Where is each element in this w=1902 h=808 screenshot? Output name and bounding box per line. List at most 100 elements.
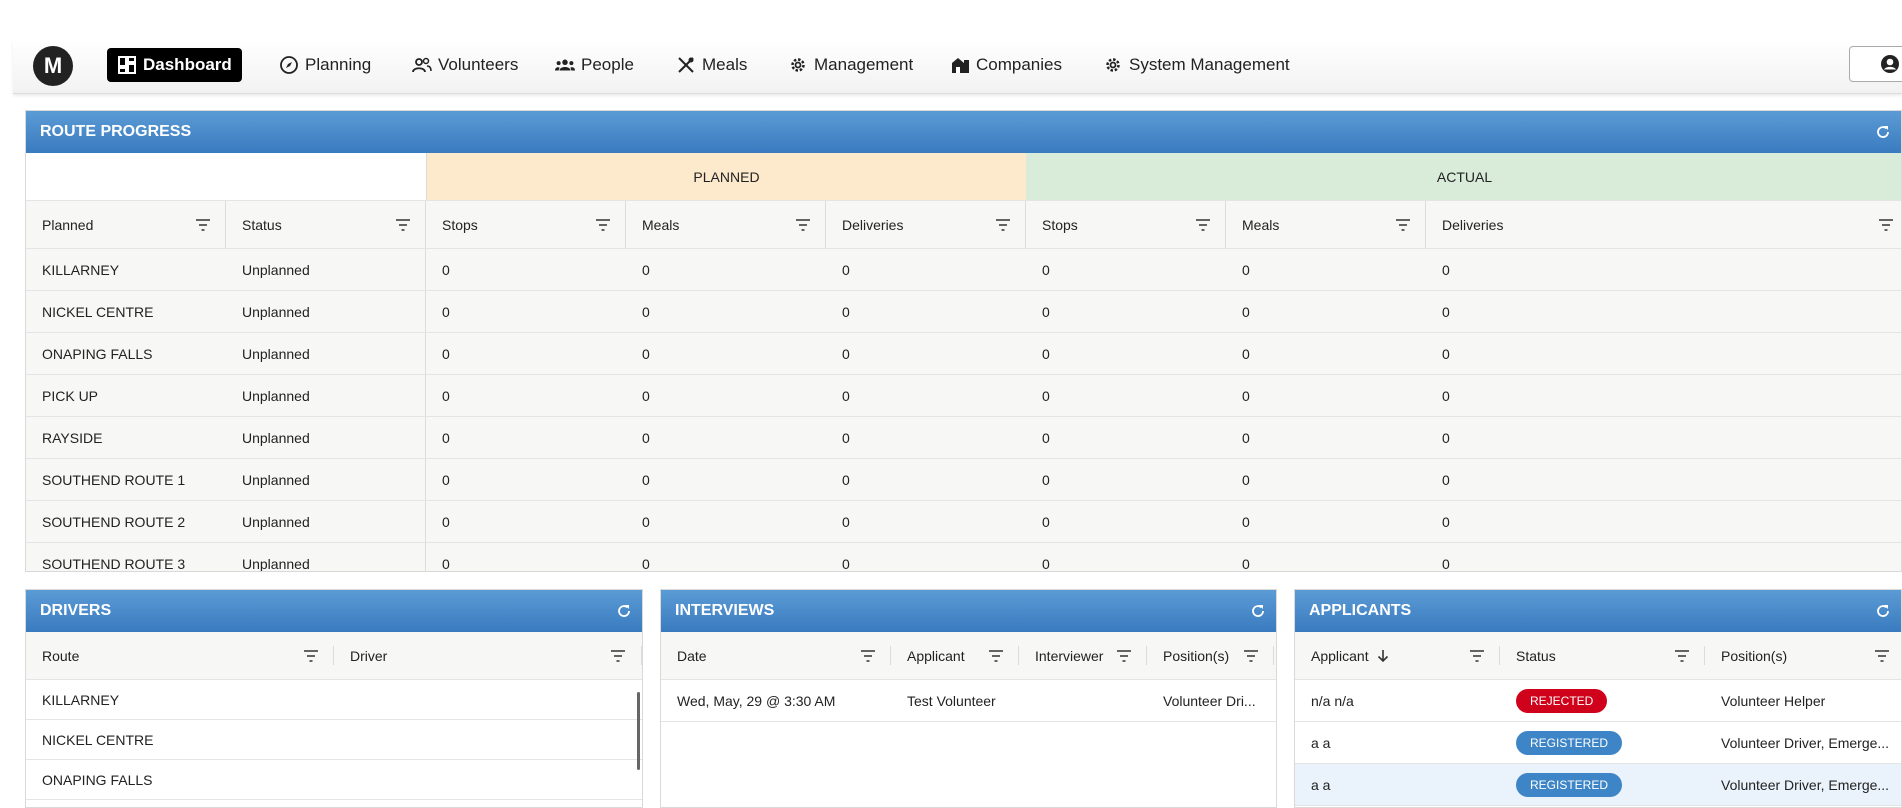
filter-icon[interactable]	[796, 219, 810, 231]
table-cell: 0	[842, 555, 850, 572]
table-cell: 0	[1242, 429, 1250, 446]
table-cell: 0	[642, 513, 650, 530]
table-cell: 0	[442, 513, 450, 530]
table-row[interactable]: ONAPING FALLS Unplanned 0 0 0 0 0 0	[26, 333, 1901, 375]
table-cell: 0	[1042, 513, 1050, 530]
table-row[interactable]: RAYSIDE Unplanned 0 0 0 0 0 0	[26, 417, 1901, 459]
filter-icon[interactable]	[1196, 219, 1210, 231]
table-cell	[1019, 680, 1147, 721]
drivers-scrollbar[interactable]	[637, 692, 640, 770]
refresh-icon[interactable]	[1250, 603, 1266, 619]
col-actual-deliveries-header[interactable]: Deliveries	[1426, 201, 1901, 248]
table-row[interactable]: ONAPING FALLS	[26, 760, 642, 800]
nav-people[interactable]: People	[545, 48, 644, 82]
interviews-panel: INTERVIEWS Date Applicant Interviewer Po…	[660, 589, 1277, 808]
table-row[interactable]: SOUTHEND ROUTE 1 Unplanned 0 0 0 0 0 0	[26, 459, 1901, 501]
filter-icon[interactable]	[1879, 219, 1893, 231]
filter-icon[interactable]	[1244, 650, 1258, 662]
table-cell: Unplanned	[242, 471, 310, 488]
filter-icon[interactable]	[304, 650, 318, 662]
table-cell: RAYSIDE	[42, 429, 103, 446]
interviews-title: INTERVIEWS	[675, 602, 775, 619]
table-cell: 0	[1042, 471, 1050, 488]
route-progress-header: ROUTE PROGRESS	[26, 111, 1901, 153]
table-cell: 0	[1442, 555, 1450, 572]
refresh-icon[interactable]	[1875, 124, 1891, 140]
table-row[interactable]: KILLARNEY	[26, 680, 642, 720]
table-row[interactable]: KILLARNEY Unplanned 0 0 0 0 0 0	[26, 249, 1901, 291]
filter-icon[interactable]	[396, 219, 410, 231]
filter-icon[interactable]	[1470, 650, 1484, 662]
nav-dashboard[interactable]: Dashboard	[107, 48, 242, 82]
gear-icon	[791, 58, 805, 72]
filter-icon[interactable]	[1675, 650, 1689, 662]
table-cell: 0	[1442, 261, 1450, 278]
nav-people-label: People	[581, 55, 634, 74]
nav-system-management[interactable]: System Management	[1093, 48, 1300, 82]
col-date-header[interactable]: Date	[661, 632, 891, 679]
interviews-body: Wed, May, 29 @ 3:30 AM Test Volunteer Volu…	[661, 680, 1276, 807]
route-group-header-row: PLANNED ACTUAL	[26, 153, 1901, 201]
arrow-down-icon[interactable]	[1377, 649, 1389, 663]
table-cell: 0	[1042, 429, 1050, 446]
drivers-header: DRIVERS	[26, 590, 642, 632]
applicants-body: n/a n/a REJECTED Volunteer Helper a a REGIST…	[1295, 680, 1901, 807]
table-cell: 0	[1442, 471, 1450, 488]
col-positions-header[interactable]: Position(s)	[1705, 632, 1901, 679]
table-row[interactable]: a a REGISTERED Volunteer Driver, Emerge...	[1295, 722, 1901, 764]
nav-management[interactable]: Management	[778, 48, 923, 82]
account-button[interactable]	[1849, 46, 1902, 82]
table-row[interactable]: n/a n/a REJECTED Volunteer Helper	[1295, 680, 1901, 722]
account-circle-icon	[1881, 55, 1899, 73]
table-cell: 0	[1242, 471, 1250, 488]
table-cell: 0	[442, 345, 450, 362]
filter-icon[interactable]	[989, 650, 1003, 662]
col-driver-header[interactable]: Driver	[334, 632, 642, 679]
column-divider	[425, 417, 426, 458]
table-row[interactable]: NICKEL CENTRE Unplanned 0 0 0 0 0 0	[26, 291, 1901, 333]
refresh-icon[interactable]	[616, 603, 632, 619]
status-badge: REGISTERED	[1516, 772, 1623, 797]
filter-icon[interactable]	[596, 219, 610, 231]
status-badge: REJECTED	[1516, 688, 1608, 713]
applicant-cell: a a	[1311, 734, 1331, 751]
filter-icon[interactable]	[861, 650, 875, 662]
app-logo[interactable]: M	[33, 46, 73, 86]
table-row[interactable]: SOUTHEND ROUTE 3 Unplanned 0 0 0 0 0 0	[26, 543, 1901, 572]
column-divider	[425, 501, 426, 542]
table-cell: 0	[1442, 345, 1450, 362]
route-cell: KILLARNEY	[42, 691, 120, 708]
nav-planning[interactable]: Planning	[269, 48, 381, 82]
nav-volunteers[interactable]: Volunteers	[402, 48, 528, 82]
positions-cell: Volunteer Driver, Emerge...	[1721, 776, 1890, 793]
nav-companies-label: Companies	[976, 55, 1062, 74]
table-cell: 0	[1042, 261, 1050, 278]
table-cell: 0	[442, 303, 450, 320]
planned-group-header: PLANNED	[426, 153, 1026, 200]
table-cell: 0	[1042, 387, 1050, 404]
table-row[interactable]: SOUTHEND ROUTE 2 Unplanned 0 0 0 0 0 0	[26, 501, 1901, 543]
nav-dashboard-label: Dashboard	[143, 55, 232, 74]
refresh-icon[interactable]	[1875, 603, 1891, 619]
table-row[interactable]: NICKEL CENTRE	[26, 720, 642, 760]
nav-companies[interactable]: Companies	[940, 48, 1072, 82]
table-row[interactable]: a a REGISTERED Volunteer Driver, Emerge...	[1295, 764, 1901, 806]
status-badge: REGISTERED	[1516, 730, 1623, 755]
column-divider	[425, 459, 426, 500]
filter-icon[interactable]	[1396, 219, 1410, 231]
table-row[interactable]: Wed, May, 29 @ 3:30 AM Test Volunteer Volu…	[661, 680, 1276, 722]
filter-icon[interactable]	[1875, 650, 1889, 662]
table-cell: 0	[1242, 345, 1250, 362]
nav-meals[interactable]: Meals	[666, 48, 757, 82]
table-cell: 0	[442, 429, 450, 446]
table-cell: 0	[442, 387, 450, 404]
filter-icon[interactable]	[1117, 650, 1131, 662]
table-row[interactable]: PICK UP Unplanned 0 0 0 0 0 0	[26, 375, 1901, 417]
filter-icon[interactable]	[611, 650, 625, 662]
table-cell: 0	[1042, 555, 1050, 572]
route-cell: ONAPING FALLS	[42, 771, 153, 788]
filter-icon[interactable]	[196, 219, 210, 231]
filter-icon[interactable]	[996, 219, 1010, 231]
column-divider	[425, 375, 426, 416]
col-route-header[interactable]: Route	[26, 632, 334, 679]
